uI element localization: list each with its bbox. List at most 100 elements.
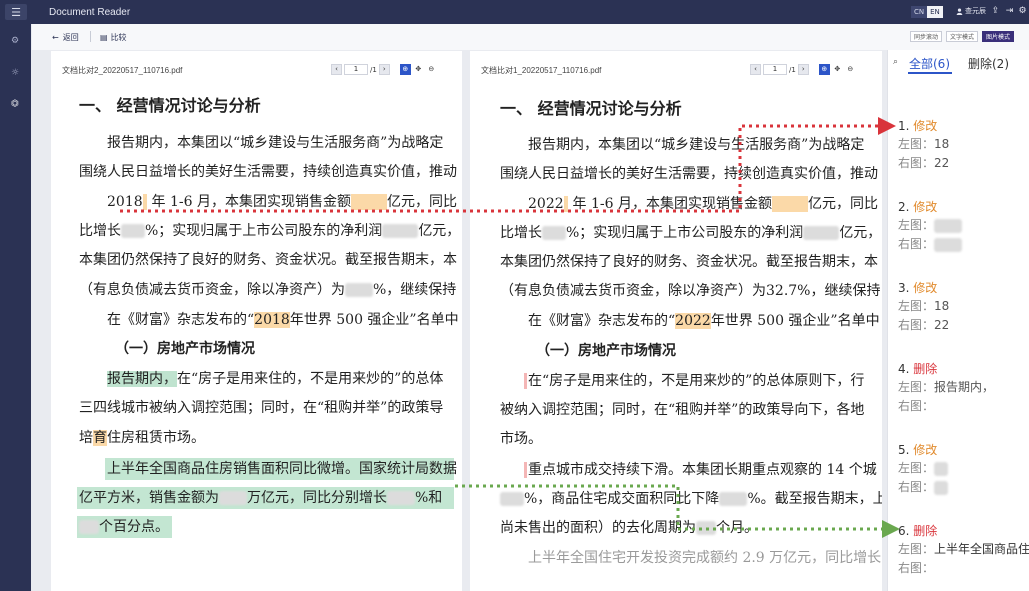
menu-button[interactable]: ☰ — [5, 4, 27, 20]
right-line: 报告期内，本集团以“城乡建设与生活服务商”为战略定 — [528, 137, 865, 153]
tab-all-changes[interactable]: 全部(6) — [909, 55, 950, 72]
right-page-input[interactable]: 1 — [763, 64, 787, 75]
left-label: 左图： — [898, 461, 935, 475]
rail-search-icon[interactable]: ☼ — [9, 67, 21, 79]
right-text: 尚未售出的面积）的去化周期为 — [500, 520, 696, 536]
compare-button[interactable]: ▤ 比较 — [100, 32, 127, 43]
left-redacted — [382, 224, 419, 238]
change-item[interactable]: 2. 修改 左图： 右图： — [898, 198, 963, 254]
right-redacted — [500, 492, 524, 506]
change-kind: 删除 — [913, 524, 938, 538]
left-zoom-in-icon[interactable]: ⊕ — [399, 64, 411, 75]
left-text: %和 — [415, 490, 443, 506]
right-line: 被纳入调控范围；同时，在“租购并举”的政策导向下，各地 — [500, 402, 865, 418]
rail-settings-icon[interactable]: ⚙ — [9, 35, 21, 47]
right-change-year-2: 2022 — [675, 313, 711, 329]
left-text: 年 1-6 月，本集团实现销售金额 — [147, 194, 351, 210]
change-item[interactable]: 1. 修改 左图：18 右图：22 — [898, 117, 949, 173]
right-zoom-out-icon[interactable]: ⊖ — [845, 64, 856, 75]
right-text: 年世界 500 强企业”名单中 — [710, 313, 880, 329]
right-label: 右图： — [898, 561, 935, 575]
left-line: 个百分点。 — [79, 518, 169, 536]
right-zoom-in-icon[interactable]: ⊕ — [818, 64, 830, 75]
left-line: 亿平方米，销售金额为 万亿元，同比分别增长 %和 — [79, 489, 442, 507]
right-redacted — [772, 196, 808, 212]
right-line: （有息负债减去货币资金，除以净资产）为32.7%，继续保持 — [500, 283, 881, 299]
language-switch: CN EN — [911, 6, 943, 18]
left-zoom-out-icon[interactable]: ⊖ — [426, 64, 437, 75]
change-number: 3. — [898, 281, 910, 295]
lang-cn-button[interactable]: CN — [911, 6, 928, 18]
change-kind: 修改 — [913, 443, 938, 457]
left-text: 住房租赁市场。 — [107, 430, 205, 446]
left-text: %；实现归属于上市公司股东的净利润 — [145, 223, 383, 239]
right-text: %；实现归属于上市公司股东的净利润 — [566, 225, 804, 241]
sync-scroll-button[interactable]: 同步滚动 — [910, 31, 943, 42]
left-text: %，继续保持 — [373, 282, 457, 298]
right-text: 重点城市成交持续下滑。本集团长期重点观察的 14 个城 — [528, 462, 877, 478]
title-bar: ☰ Document Reader CN EN 查元辰 ⇪ ⇥ ⚙ — [0, 0, 1029, 24]
change-number: 5. — [898, 443, 910, 457]
settings-icon[interactable]: ⚙ — [1017, 6, 1028, 17]
search-icon[interactable]: ⌕ — [893, 57, 898, 67]
right-heading: 一、 经营情况讨论与分析 — [500, 99, 682, 118]
right-redacted — [542, 226, 566, 240]
change-right-row: 右图： — [898, 397, 994, 416]
toolbar: ← 返回 ▤ 比较 同步滚动 文字模式 图片模式 — [32, 24, 1029, 50]
left-document-body: 一、 经营情况讨论与分析 报告期内，本集团以“城乡建设与生活服务商”为战略定 围… — [51, 85, 462, 591]
change-left-row: 左图：18 — [898, 297, 949, 316]
right-move-icon[interactable]: ✥ — [832, 64, 843, 75]
left-move-icon[interactable]: ✥ — [413, 64, 424, 75]
left-line: 在《财富》杂志发布的“2018年世界 500 强企业”名单中 — [107, 311, 459, 329]
user-menu[interactable]: 查元辰 — [956, 6, 986, 16]
text-mode-button[interactable]: 文字模式 — [946, 31, 979, 42]
left-prev-page-button[interactable]: ‹ — [331, 64, 342, 75]
left-label: 左图： — [898, 137, 935, 151]
left-line: 2018 年 1-6 月，本集团实现销售金额 亿元，同比 — [107, 193, 457, 211]
left-label: 左图： — [898, 299, 935, 313]
export-icon[interactable]: ⇪ — [990, 6, 1001, 17]
right-next-page-button[interactable]: › — [797, 64, 809, 75]
left-text: 比增长 — [79, 223, 121, 239]
right-label: 右图： — [898, 480, 935, 494]
left-text: 年世界 500 强企业”名单中 — [289, 312, 459, 328]
right-document-body: 一、 经营情况讨论与分析 报告期内，本集团以“城乡建设与生活服务商”为战略定 围… — [470, 85, 882, 591]
left-next-page-button[interactable]: › — [378, 64, 390, 75]
change-item[interactable]: 3. 修改 左图：18 右图：22 — [898, 279, 949, 335]
compare-label: 比较 — [110, 33, 127, 42]
right-file-name: 文档比对1_20220517_110716.pdf — [481, 66, 602, 75]
left-document-panel: 文档比对2_20220517_110716.pdf ‹ 1 /1 › ⊕ ✥ ⊖… — [51, 51, 462, 591]
change-item[interactable]: 4. 删除 左图：报告期内， 右图： — [898, 360, 994, 416]
change-right-row: 右图：22 — [898, 316, 949, 335]
logout-icon[interactable]: ⇥ — [1004, 6, 1015, 17]
right-line: 比增长 %；实现归属于上市公司股东的净利润 亿元， — [500, 224, 881, 242]
left-line: 报告期内，本集团以“城乡建设与生活服务商”为战略定 — [107, 135, 444, 151]
tab-deleted-changes[interactable]: 删除(2) — [968, 55, 1009, 72]
right-redacted — [696, 521, 716, 535]
left-value-redacted — [934, 461, 949, 476]
right-text: 在“房子是用来住的，不是用来炒的”的总体原则下，行 — [528, 373, 865, 389]
lang-en-button[interactable]: EN — [927, 6, 943, 18]
left-page-input[interactable]: 1 — [344, 64, 368, 75]
right-text: %，商品住宅成交面积同比下降 — [524, 491, 720, 507]
right-prev-page-button[interactable]: ‹ — [750, 64, 761, 75]
change-item[interactable]: 5. 修改 左图： 右图： — [898, 441, 949, 497]
left-line: 本集团仍然保持了良好的财务、资金状况。截至报告期末，本 — [79, 252, 457, 268]
main-area: ← 返回 ▤ 比较 同步滚动 文字模式 图片模式 文档比对2_20220517_… — [32, 24, 1029, 591]
right-line: 市场。 — [500, 431, 542, 447]
image-mode-button[interactable]: 图片模式 — [982, 31, 1015, 42]
left-line: 报告期内，在“房子是用来住的，不是用来炒的”的总体 — [107, 370, 443, 388]
right-text: 亿元，同比 — [808, 196, 878, 212]
change-title: 4. 删除 — [898, 360, 994, 378]
back-button[interactable]: ← 返回 — [52, 32, 79, 43]
rail-compare-icon[interactable]: ⏣ — [9, 98, 21, 110]
app-title: Document Reader — [49, 6, 131, 18]
left-text: 亿元，同比 — [387, 194, 457, 210]
change-kind: 修改 — [913, 119, 938, 133]
change-left-row: 左图：报告期内， — [898, 378, 994, 397]
left-value: 18 — [934, 137, 950, 151]
active-tab-indicator — [908, 72, 952, 74]
left-text: 在《财富》杂志发布的“ — [107, 312, 255, 328]
right-line: 在《财富》杂志发布的“2022年世界 500 强企业”名单中 — [528, 312, 880, 330]
change-item[interactable]: 6. 删除 左图：上半年全国商品住 右图： — [898, 522, 1029, 578]
